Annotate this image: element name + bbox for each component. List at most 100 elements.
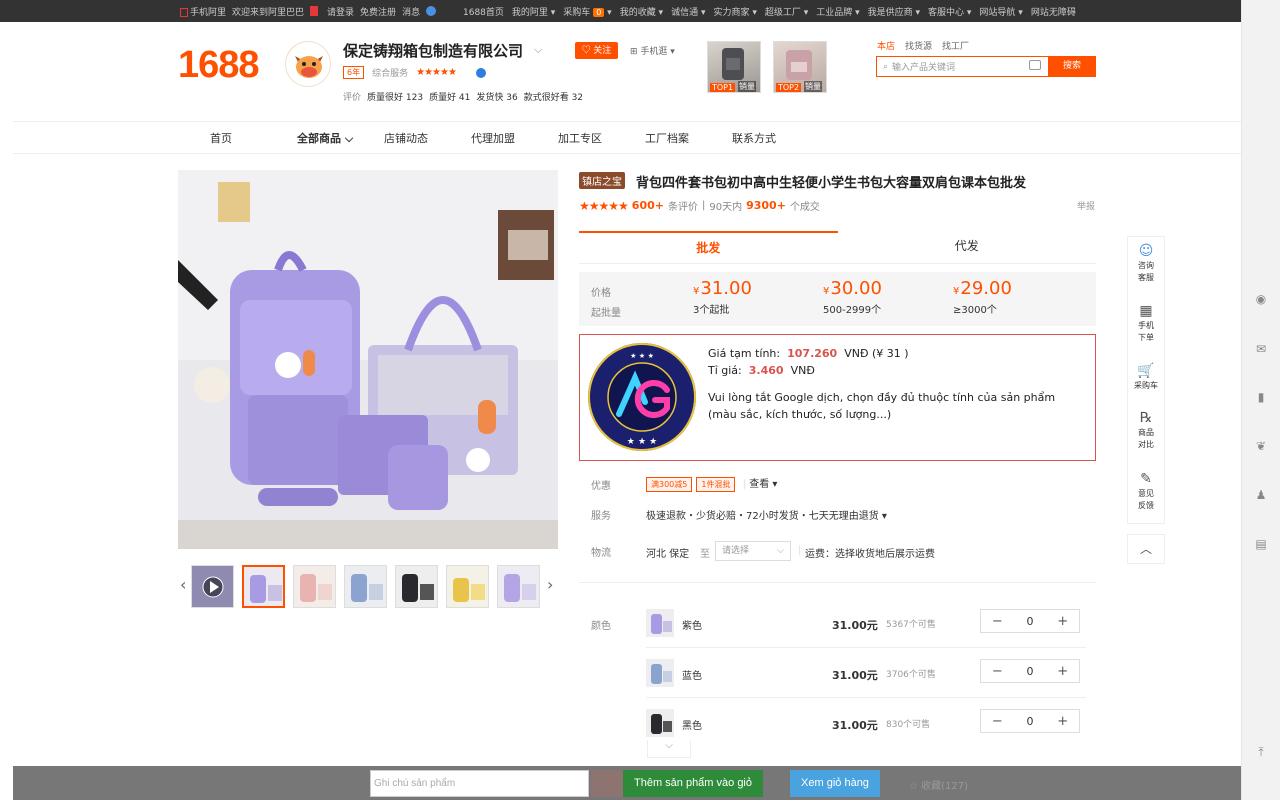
favorites-link[interactable]: ☆ 收藏(127): [909, 777, 968, 792]
feedback-button[interactable]: ✎ 意见 反馈: [1128, 471, 1164, 512]
bookmark-icon[interactable]: ▮: [1255, 391, 1267, 403]
decrement-button[interactable]: −: [981, 664, 1014, 679]
thumbnail-yellow[interactable]: [446, 565, 489, 608]
floating-toolbar: ☺ 咨询 客服 ▦ 手机 下单 🛒 采购车 ℞ 商品 对比 ✎ 意见 反馈: [1127, 236, 1165, 524]
chevron-down-icon[interactable]: ⌵: [534, 43, 542, 57]
thumbnail-pink[interactable]: [293, 565, 336, 608]
nav-home[interactable]: 首页: [210, 130, 297, 146]
topbar-accessibility-link[interactable]: 网站无障碍: [1031, 5, 1076, 18]
nav-all-products[interactable]: 全部商品 ⌵: [297, 130, 384, 146]
topbar-super-factory-link[interactable]: 超级工厂 ▾: [765, 5, 808, 18]
topbar-favorites-link[interactable]: 我的收藏 ▾: [620, 5, 663, 18]
chevron-down-icon: ⌵: [665, 740, 673, 751]
featured-badge: 镇店之宝: [579, 172, 625, 189]
sku-image[interactable]: [646, 659, 674, 687]
sku-image[interactable]: [646, 709, 674, 737]
shop-avatar[interactable]: [285, 41, 331, 87]
shop-name[interactable]: 保定铸翔箱包制造有限公司: [343, 40, 523, 61]
compare-button[interactable]: ℞ 商品 对比: [1128, 410, 1164, 451]
video-thumbnail[interactable]: [191, 565, 234, 608]
topbar-my-ali-link[interactable]: 我的阿里 ▾: [512, 5, 555, 18]
back-to-top-icon[interactable]: ⤒: [1255, 746, 1267, 758]
document-icon[interactable]: ▤: [1255, 538, 1267, 550]
quantity-input[interactable]: 0: [1014, 715, 1047, 728]
register-link[interactable]: 免费注册: [360, 5, 396, 18]
quantity-input[interactable]: 0: [1014, 665, 1047, 678]
review-count[interactable]: 600+: [632, 199, 664, 212]
topbar-supplier-link[interactable]: 我是供应商 ▾: [868, 5, 920, 18]
add-to-cart-button[interactable]: Thêm sản phẩm vào giỏ: [623, 770, 763, 797]
view-cart-button[interactable]: Xem giỏ hàng: [790, 770, 880, 797]
mobile-shop-link[interactable]: ⊞ 手机逛 ▾: [630, 44, 675, 57]
search-input[interactable]: ⌕ 输入产品关键词: [876, 56, 1048, 77]
expand-skus-button[interactable]: ⌵: [647, 740, 691, 758]
mail-icon[interactable]: ✉: [1255, 343, 1267, 355]
topbar-cart-link[interactable]: 采购车 0 ▾: [563, 5, 612, 18]
follow-button[interactable]: ♡ 关注: [575, 42, 618, 59]
tab-dropship[interactable]: 代发: [838, 231, 1097, 263]
thumbnail-blue[interactable]: [344, 565, 387, 608]
mobile-order-button[interactable]: ▦ 手机 下单: [1128, 303, 1164, 344]
topbar-service-center-link[interactable]: 客服中心 ▾: [928, 5, 971, 18]
decrement-button[interactable]: −: [981, 714, 1014, 729]
nav-factory-profile[interactable]: 工厂档案: [645, 130, 732, 146]
chevron-right-icon[interactable]: ›: [547, 575, 553, 594]
thumbnail-purple[interactable]: [242, 565, 285, 608]
top-seller-thumb[interactable]: TOP2 销量: [773, 41, 827, 93]
purchase-mode-tabs: 批发 代发: [579, 231, 1096, 264]
rate-value: 3.460: [748, 364, 784, 377]
search-button[interactable]: 搜索: [1048, 56, 1096, 77]
vietnam-logistics-extension: ★ ★ ★ ★ ★ ★ Giá tạm tính: 107.260 VNĐ (¥…: [579, 334, 1096, 461]
deal-label: 个成交: [789, 202, 820, 213]
destination-select[interactable]: 请选择 ⌵: [715, 541, 791, 561]
svg-text:★ ★ ★: ★ ★ ★: [627, 437, 657, 447]
promo-coupon[interactable]: 1件混批: [696, 477, 736, 492]
scroll-top-button[interactable]: ︿: [1127, 534, 1165, 564]
nav-agency[interactable]: 代理加盟: [471, 130, 558, 146]
thumbnail-lavender[interactable]: [497, 565, 540, 608]
search-tab-source[interactable]: 找货源: [905, 39, 932, 52]
increment-button[interactable]: +: [1046, 664, 1079, 679]
quantity-stepper: − 0 +: [980, 609, 1080, 633]
footprint-icon[interactable]: ❦: [1255, 440, 1267, 452]
site-logo[interactable]: 1688: [178, 44, 260, 87]
customer-service-button[interactable]: ☺ 咨询 客服: [1128, 243, 1164, 284]
nav-contact[interactable]: 联系方式: [732, 130, 819, 146]
messages-link[interactable]: 消息: [402, 5, 420, 18]
topbar-site-nav-link[interactable]: 网站导航 ▾: [979, 5, 1022, 18]
service-guarantees[interactable]: 极速退款・少货必赔・72小时发货・七天无理由退货 ▾: [646, 507, 887, 522]
purchase-cart-button[interactable]: 🛒 采购车: [1128, 363, 1164, 392]
thumbnail-black[interactable]: [395, 565, 438, 608]
product-main-image[interactable]: [178, 170, 558, 549]
topbar-industrial-brand-link[interactable]: 工业品牌 ▾: [816, 5, 859, 18]
sku-name: 黑色: [682, 721, 702, 732]
search-tab-factory[interactable]: 找工厂: [942, 39, 969, 52]
camera-icon[interactable]: [1029, 60, 1041, 70]
top-seller-thumb[interactable]: TOP1 销量: [707, 41, 761, 93]
deal-count: 9300+: [746, 199, 786, 212]
promo-more-link[interactable]: 查看 ▾: [749, 479, 777, 490]
nav-processing[interactable]: 加工专区: [558, 130, 645, 146]
topbar-home-link[interactable]: 1688首页: [463, 5, 504, 18]
increment-button[interactable]: +: [1046, 614, 1079, 629]
nav-shop-news[interactable]: 店铺动态: [384, 130, 471, 146]
mobile-ali-link[interactable]: 手机阿里: [180, 5, 226, 18]
bell-icon[interactable]: ♟: [1255, 489, 1267, 501]
sku-row: 紫色 31.00元 5367个可售 − 0 +: [646, 609, 1086, 645]
chevron-left-icon[interactable]: ‹: [180, 575, 186, 594]
increment-button[interactable]: +: [1046, 714, 1079, 729]
topbar-trustpass-link[interactable]: 诚信通 ▾: [671, 5, 705, 18]
circle-icon[interactable]: ◉: [1255, 293, 1267, 305]
topbar-strong-merchants-link[interactable]: 实力商家 ▾: [713, 5, 756, 18]
promo-coupon[interactable]: 满300减5: [646, 477, 693, 492]
tab-wholesale[interactable]: 批发: [579, 231, 838, 263]
decrement-button[interactable]: −: [981, 614, 1014, 629]
product-rating-row: ★★★★★ 600+ 条评价 | 90天内 9300+ 个成交: [579, 198, 820, 214]
product-note-input[interactable]: Ghi chú sản phẩm: [370, 770, 589, 797]
quantity-input[interactable]: 0: [1014, 615, 1047, 628]
login-link[interactable]: 请登录: [327, 5, 354, 18]
sku-image[interactable]: [646, 609, 674, 637]
search-tab-shop[interactable]: 本店: [877, 39, 895, 52]
message-icon[interactable]: [426, 6, 437, 16]
report-link[interactable]: 举报: [1077, 199, 1095, 212]
